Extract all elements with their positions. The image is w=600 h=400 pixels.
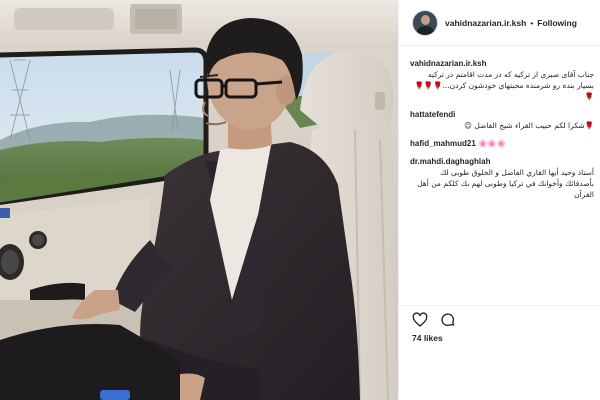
- post-actions: [411, 310, 467, 330]
- avatar[interactable]: [412, 9, 438, 36]
- comments-list: vahidnazarian.ir.ksh جناب آقای صبری از ت…: [410, 58, 594, 207]
- instagram-post: vahidnazarian.ir.ksh • Following vahidna…: [0, 0, 600, 400]
- post-side-panel: vahidnazarian.ir.ksh • Following vahidna…: [398, 0, 600, 400]
- likes-count[interactable]: 74 likes: [412, 333, 443, 343]
- comment-username[interactable]: hafid_mahmud21: [410, 139, 476, 148]
- comment-icon[interactable]: [439, 311, 457, 329]
- header-separator: •: [530, 17, 534, 28]
- comment-username[interactable]: dr.mahdi.daghaghlah: [410, 156, 594, 167]
- comment-item: dr.mahdi.daghaghlah أستاذ وحيد أيها القا…: [410, 156, 594, 200]
- comment-text: 🌹شكرا لكم حبيب القراء شيخ الفاضل 😊: [464, 121, 594, 130]
- post-header: vahidnazarian.ir.ksh • Following: [399, 0, 600, 46]
- post-photo[interactable]: [0, 0, 398, 400]
- avatar-body-shape: [417, 25, 434, 35]
- comment-username[interactable]: hattatefendi: [410, 109, 594, 120]
- comment-item: hafid_mahmud21 🌸🌸🌸: [410, 138, 594, 149]
- heart-icon[interactable]: [411, 311, 429, 329]
- header-username[interactable]: vahidnazarian.ir.ksh: [445, 18, 526, 28]
- comment-text: 🌸🌸🌸: [478, 139, 507, 148]
- comment-item: hattatefendi 🌹شكرا لكم حبيب القراء شيخ ا…: [410, 109, 594, 131]
- actions-divider: [399, 305, 600, 306]
- post-photo-image: [0, 0, 398, 400]
- avatar-face-shape: [421, 14, 430, 25]
- comment-item: vahidnazarian.ir.ksh جناب آقای صبری از ت…: [410, 58, 594, 102]
- comment-text: أستاذ وحيد أيها القاري الفاضل و الخلوق ط…: [417, 168, 594, 199]
- comment-text: جناب آقای صبری از ترکیه که در مدت اقامتم…: [414, 70, 594, 101]
- following-button[interactable]: Following: [537, 18, 577, 28]
- comment-username[interactable]: vahidnazarian.ir.ksh: [410, 58, 594, 69]
